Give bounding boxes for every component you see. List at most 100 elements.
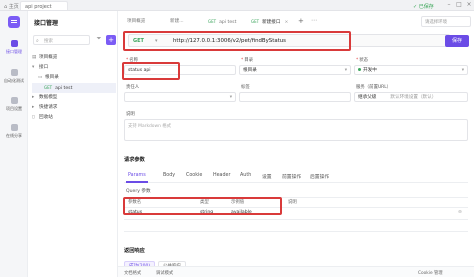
api-icon — [10, 40, 18, 47]
trash-icon: ▯ — [32, 115, 35, 120]
tab-overview[interactable]: 项目概览 — [127, 17, 145, 27]
rail-item-share[interactable]: 在线分享 — [0, 124, 28, 139]
minimize-icon[interactable]: – — [446, 2, 452, 8]
param-example-cell[interactable]: available — [231, 207, 252, 218]
tab-body[interactable]: Body — [163, 173, 175, 178]
tab-header[interactable]: Header — [213, 173, 230, 178]
share-icon — [10, 124, 18, 131]
rail-label: 在线分享 — [6, 133, 22, 138]
app-logo — [8, 16, 20, 28]
method-select[interactable]: GET — [133, 35, 163, 48]
tab-auth[interactable]: Auth — [240, 173, 251, 178]
rail-item-settings[interactable]: 项目设置 — [0, 97, 28, 112]
tree-label: 根目录 — [45, 75, 59, 80]
method-badge: GET — [208, 19, 217, 24]
chevron-down-icon: ▾ — [229, 95, 232, 100]
close-icon[interactable]: × — [466, 2, 472, 8]
description-input[interactable]: 支持 Markdown 格式 — [124, 119, 468, 141]
table-border — [124, 231, 468, 232]
tree-item-root[interactable]: ▭ 根目录 — [38, 73, 116, 83]
delete-row-icon[interactable]: ⊖ — [458, 207, 462, 218]
tab-label: 新建接口 — [262, 20, 281, 25]
filter-icon[interactable]: ⏷ — [94, 35, 104, 45]
tree-label: api test — [55, 86, 73, 91]
active-tab-indicator — [126, 181, 148, 183]
search-icon: ⌕ — [36, 38, 39, 44]
column-header-type: 类型 — [200, 200, 209, 205]
tab-new[interactable]: 新建... — [170, 17, 184, 27]
column-header-example: 示例值 — [231, 200, 245, 205]
home-tab[interactable]: ⌂ 主页 — [4, 3, 19, 10]
tree-item-models[interactable]: ▸ 数据模型 — [32, 93, 116, 103]
params-section-title: 请求参数 — [124, 157, 145, 163]
table-border — [124, 207, 468, 208]
tab-post-ops[interactable]: 后置操作 — [310, 173, 329, 180]
env-placeholder: 请选择环境 — [425, 20, 447, 25]
tab-api-test[interactable]: GET api test — [208, 17, 236, 27]
rail-item-autotest[interactable]: 自动化测试 — [0, 69, 28, 84]
api-sidebar: 接口管理 ⌕ 搜索 ⏷ + ▤ 项目概览 ▾ 接口 ▭ 根目录 GET api test… — [28, 11, 118, 277]
response-section-title: 返回响应 — [124, 248, 145, 254]
status-select[interactable]: 开发中 ▾ — [354, 65, 468, 75]
dir-select[interactable]: 根目录 ▾ — [239, 65, 351, 75]
tab-label: 新建... — [170, 19, 184, 24]
param-type-cell[interactable]: string — [200, 207, 213, 218]
name-field[interactable]: status api — [124, 65, 236, 75]
url-input[interactable]: http://127.0.0.1:3006/v2/pet/findByStatu… — [173, 35, 286, 48]
tab-new-api[interactable]: GET 新建接口 × — [251, 17, 288, 27]
tree-item-quick-request[interactable]: ▸ 快捷请求 — [32, 103, 116, 113]
tag-label: 标签 — [241, 85, 250, 90]
doc-mode-button[interactable]: 文档格式 — [124, 270, 141, 276]
tree-label: 数据模型 — [39, 95, 58, 100]
rail-item-api[interactable]: 接口管理 — [0, 40, 28, 55]
name-label: *名称 — [126, 58, 138, 63]
tree-item-api-folder[interactable]: ▾ 接口 — [32, 63, 116, 73]
new-tab-icon[interactable]: + — [298, 17, 304, 25]
tree-item-api-test[interactable]: GET api test — [32, 83, 116, 93]
service-hint: 默认环境设置（默认） — [390, 95, 437, 100]
cookie-manager-button[interactable]: Cookie 管理 — [418, 270, 443, 276]
tree-item-trash[interactable]: ▯ 回收站 — [32, 113, 116, 123]
tab-pre-ops[interactable]: 前置操作 — [282, 173, 301, 180]
query-params-label: Query 参数 — [126, 189, 151, 194]
maximize-icon[interactable]: □ — [456, 2, 462, 8]
desc-placeholder: 支持 Markdown 格式 — [128, 124, 172, 129]
table-border — [124, 197, 468, 198]
tab-cookie[interactable]: Cookie — [186, 173, 202, 178]
debug-mode-button[interactable]: 调试模式 — [156, 270, 173, 276]
sidebar-search-input[interactable]: ⌕ 搜索 — [33, 35, 90, 45]
request-url-bar[interactable]: GET http://127.0.0.1:3006/v2/pet/findByS… — [128, 34, 450, 48]
rail-label: 接口管理 — [6, 49, 22, 54]
save-button[interactable]: 保存 — [445, 35, 469, 47]
param-name-cell[interactable]: status — [128, 207, 142, 218]
project-tab-label: api project — [25, 4, 52, 10]
tag-select[interactable] — [239, 92, 351, 102]
chevron-down-icon: ▾ — [461, 68, 464, 73]
close-tab-icon[interactable]: × — [284, 20, 288, 25]
tab-divider — [124, 182, 468, 183]
chevron-down-icon: ▾ — [344, 68, 347, 73]
tree-label: 接口 — [39, 65, 49, 70]
settings-icon — [10, 97, 18, 104]
project-tab[interactable]: api project — [20, 1, 68, 10]
column-header-desc: 说明 — [288, 200, 297, 205]
column-header-name: 参数名 — [128, 200, 142, 205]
tree-item-overview[interactable]: ▤ 项目概览 — [32, 53, 116, 63]
tab-params[interactable]: Params — [128, 173, 146, 178]
owner-select[interactable]: ▾ — [124, 92, 236, 102]
desc-label: 说明 — [126, 112, 135, 117]
more-icon[interactable]: ⋯ — [311, 17, 317, 24]
rail-label: 项目设置 — [6, 106, 22, 111]
service-select[interactable]: 继承父级 默认环境设置（默认） — [354, 92, 468, 102]
environment-select[interactable]: 请选择环境 — [421, 16, 471, 27]
home-label: 主页 — [8, 4, 19, 10]
tree-label: 回收站 — [39, 115, 53, 120]
sidebar-title: 接口管理 — [34, 20, 59, 27]
folder-icon: ▭ — [38, 75, 43, 80]
rail-label: 自动化测试 — [4, 78, 24, 83]
service-label: 服务（前置URL） — [356, 85, 392, 90]
add-button[interactable]: + — [106, 35, 116, 45]
tab-settings[interactable]: 设置 — [262, 173, 272, 180]
service-value: 继承父级 — [358, 95, 377, 100]
title-bar: ⌂ 主页 api project ✓ 已保存 – □ × — [0, 0, 474, 11]
